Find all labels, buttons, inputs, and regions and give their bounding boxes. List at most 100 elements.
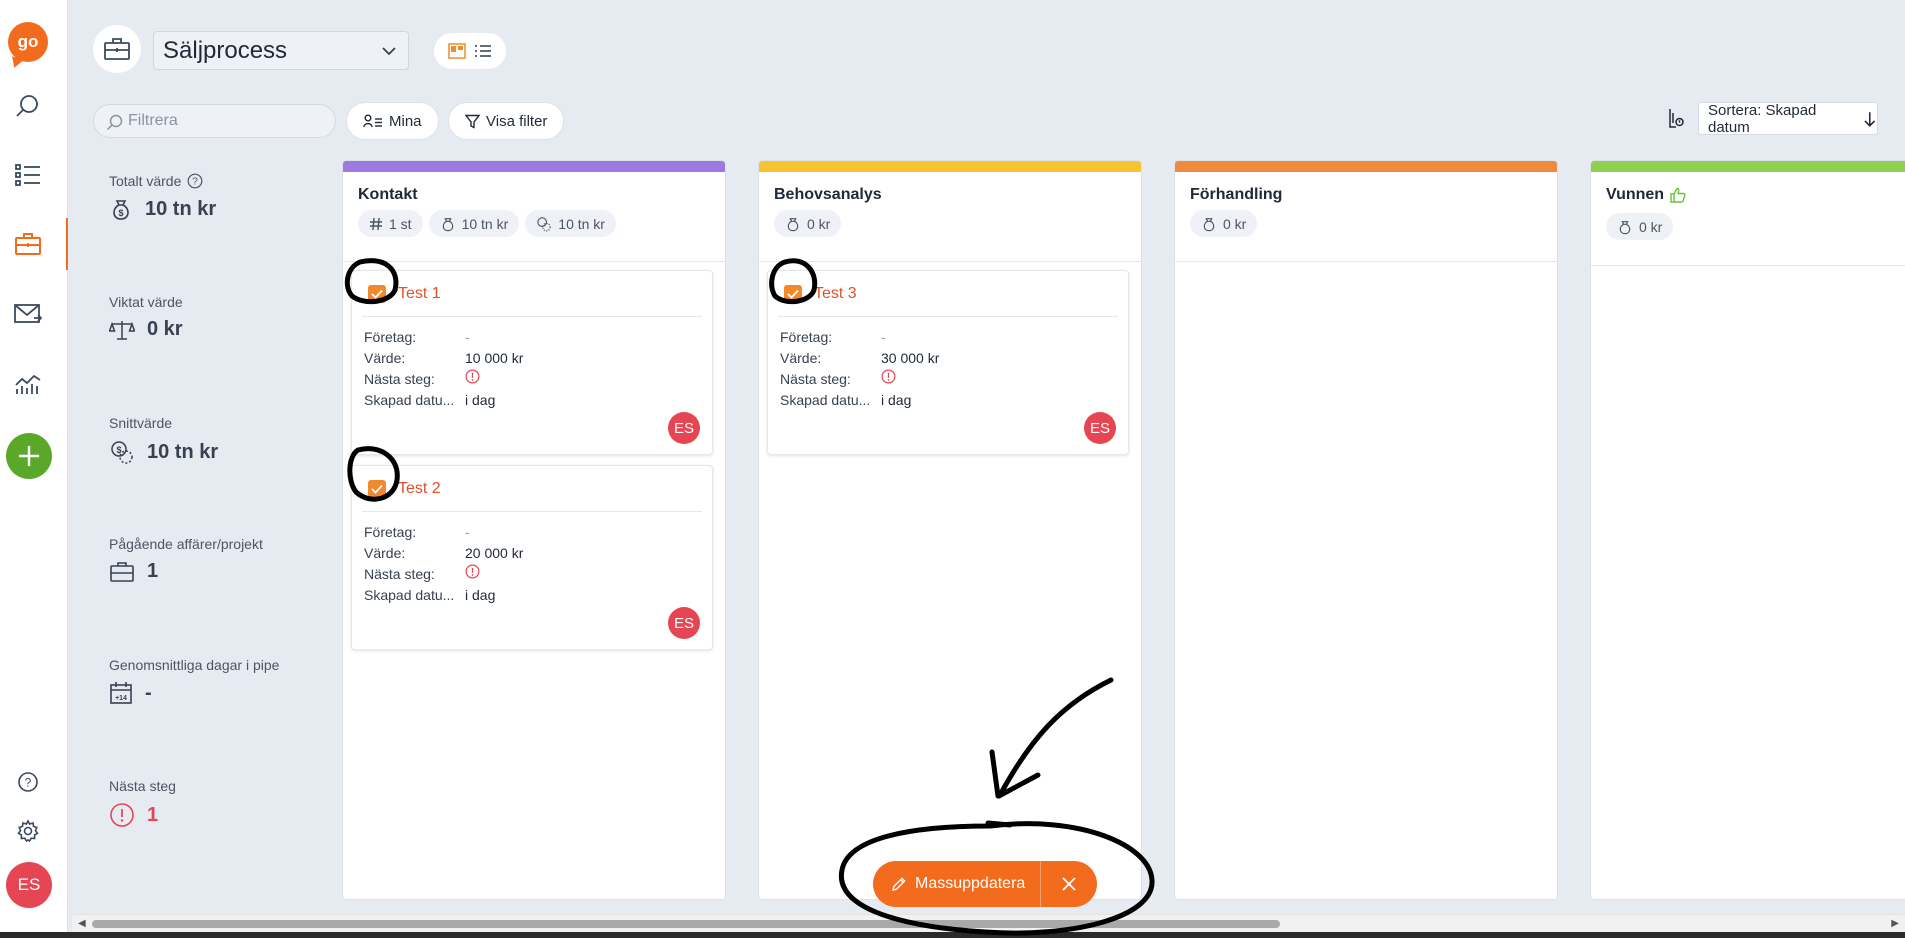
svg-text:?: ? — [193, 177, 199, 188]
owner-avatar[interactable]: ES — [668, 412, 700, 444]
stat-value: 1 — [147, 803, 159, 826]
chart-icon[interactable] — [10, 365, 46, 401]
help-circle-icon[interactable]: ? — [187, 173, 203, 189]
mine-button[interactable]: Mina — [346, 102, 439, 140]
mine-label: Mina — [389, 112, 422, 130]
column-header: Vunnen 0 kr — [1591, 172, 1905, 266]
stat-label: Genomsnittliga dagar i pipe — [109, 657, 280, 673]
scroll-right-arrow-icon[interactable]: ▶ — [1891, 918, 1899, 929]
column-color-bar — [759, 161, 1141, 172]
total-chip: 0 kr — [774, 210, 842, 237]
next-step-label: Nästa steg: — [364, 566, 435, 582]
stat-value: 10 tn kr — [147, 440, 219, 463]
deal-value: 20 000 kr — [465, 545, 524, 561]
chevron-down-icon — [382, 47, 396, 56]
money-bag-icon — [442, 217, 453, 231]
column-header: Kontakt 1 st 10 tn kr 10 tn kr — [343, 172, 725, 262]
search-icon — [106, 114, 123, 131]
stat-average-value: Snittvärde $ 10 tn kr — [109, 415, 218, 465]
chip-value: 1 st — [389, 215, 412, 232]
kanban-view-icon[interactable] — [448, 43, 466, 59]
active-indicator — [66, 218, 68, 270]
owner-avatar[interactable]: ES — [1084, 412, 1116, 444]
card-checkbox[interactable] — [784, 284, 802, 303]
column-header: Förhandling 0 kr — [1175, 172, 1557, 262]
app-logo[interactable]: go — [8, 22, 48, 62]
column-kontakt: Kontakt 1 st 10 tn kr 10 tn kr Test 1 Fö — [342, 160, 726, 900]
scrollbar-thumb[interactable] — [92, 920, 1280, 928]
chip-value: 0 kr — [807, 215, 831, 232]
card-title[interactable]: Test 2 — [398, 480, 441, 498]
stat-value: 10 tn kr — [145, 197, 217, 220]
deal-card[interactable]: Test 2 Företag: - Värde: 20 000 kr Nästa s… — [351, 465, 713, 650]
created-value: i dag — [465, 587, 496, 603]
alert-icon — [465, 369, 480, 384]
stat-weighted-value: Viktat värde 0 kr — [109, 294, 183, 341]
pipeline-icon-button[interactable] — [93, 25, 141, 73]
list-view-icon[interactable] — [474, 43, 492, 59]
card-checkbox[interactable] — [368, 284, 386, 303]
user-avatar[interactable]: ES — [6, 862, 52, 908]
briefcase-icon[interactable] — [10, 226, 46, 262]
briefcase-icon — [110, 561, 134, 582]
card-title[interactable]: Test 1 — [398, 285, 441, 303]
help-icon[interactable]: ? — [10, 764, 46, 800]
card-title[interactable]: Test 3 — [814, 285, 857, 303]
sort-settings-icon[interactable] — [1664, 106, 1688, 132]
deal-card[interactable]: Test 1 Företag: - Värde: 10 000 kr Nästa s… — [351, 270, 713, 455]
horizontal-scrollbar[interactable]: ◀ ▶ — [72, 914, 1905, 932]
column-title: Vunnen — [1606, 186, 1665, 203]
pencil-icon — [892, 877, 906, 891]
card-checkbox[interactable] — [368, 479, 386, 498]
briefcase-icon — [104, 38, 130, 60]
search-icon[interactable] — [10, 88, 46, 124]
owner-initials: ES — [673, 614, 694, 632]
sort-button[interactable]: Sortera: Skapad datum — [1698, 102, 1878, 136]
owner-initials: ES — [673, 419, 694, 437]
list-icon[interactable] — [10, 157, 46, 193]
owner-avatar[interactable]: ES — [668, 607, 700, 639]
stat-value: - — [145, 681, 152, 704]
sidebar: go ? ES — [0, 0, 68, 938]
column-header: Behovsanalys 0 kr — [759, 172, 1141, 262]
stat-ongoing-deals: Pågående affärer/projekt 1 — [109, 536, 263, 583]
total-chip: 10 tn kr — [428, 210, 520, 237]
money-bag-icon — [1203, 217, 1215, 231]
created-label: Skapad datu... — [780, 392, 871, 408]
money-bag-icon: $ — [113, 200, 129, 220]
alert-icon — [110, 803, 134, 827]
created-label: Skapad datu... — [364, 392, 455, 408]
user-list-icon — [363, 114, 382, 128]
mail-icon[interactable] — [10, 296, 46, 332]
svg-text:$: $ — [116, 445, 121, 455]
chip-value: 0 kr — [1639, 218, 1663, 235]
filter-input[interactable]: Filtrera — [93, 104, 336, 138]
show-filter-label: Visa filter — [486, 112, 548, 130]
company-value: - — [465, 524, 470, 540]
bulk-action-bar: Massuppdatera — [873, 861, 1097, 907]
pipeline-select[interactable]: Säljprocess — [153, 31, 409, 70]
stat-next-step: Nästa steg 1 — [109, 778, 176, 828]
value-label: Värde: — [780, 350, 822, 366]
deal-card[interactable]: Test 3 Företag: - Värde: 30 000 kr Nästa s… — [767, 270, 1129, 455]
check-icon — [371, 289, 383, 299]
show-filter-button[interactable]: Visa filter — [448, 102, 565, 140]
total-chip: 0 kr — [1190, 210, 1258, 237]
bulk-update-button[interactable]: Massuppdatera — [873, 861, 1041, 907]
view-toggle — [434, 33, 506, 69]
company-value: - — [465, 329, 470, 345]
stat-label: Totalt värde — [109, 173, 182, 189]
add-button[interactable] — [6, 433, 52, 479]
gear-icon[interactable] — [10, 813, 46, 849]
plus-icon — [19, 446, 39, 466]
close-button[interactable] — [1041, 861, 1097, 907]
user-initials: ES — [17, 875, 41, 894]
svg-text:?: ? — [25, 776, 32, 790]
scroll-left-arrow-icon[interactable]: ◀ — [78, 918, 86, 929]
chip-value: 10 tn kr — [461, 215, 509, 232]
column-title: Förhandling — [1190, 186, 1283, 203]
column-title: Behovsanalys — [774, 186, 882, 203]
stat-average-days: Genomsnittliga dagar i pipe +14 - — [109, 657, 279, 705]
next-step-label: Nästa steg: — [780, 371, 851, 387]
filter-placeholder: Filtrera — [128, 112, 178, 129]
